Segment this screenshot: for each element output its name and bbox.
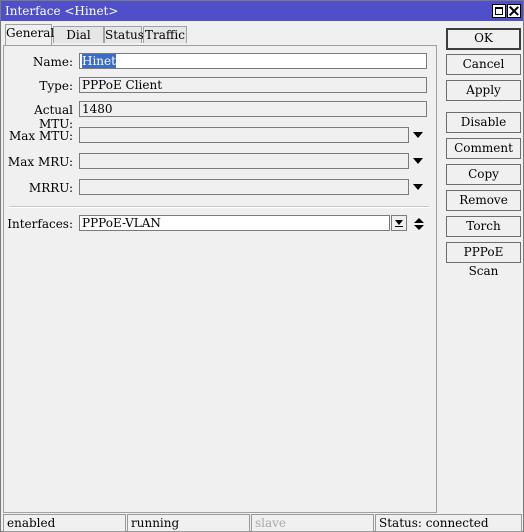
section-divider [9,206,429,208]
mrru-field[interactable] [79,179,409,195]
dropdown-icon [395,220,403,225]
close-icon[interactable] [507,4,521,18]
mrru-dropdown-icon[interactable] [413,184,423,190]
status-connection: Status: connected [375,514,522,532]
name-value: Hinet [82,54,116,68]
max-mru-label: Max MRU: [7,155,73,169]
status-running: running [127,514,250,532]
title-bar[interactable]: Interface <Hinet> [1,1,523,21]
comment-button[interactable]: Comment [446,138,521,159]
tab-general[interactable]: General [5,24,54,45]
window-title: Interface <Hinet> [5,4,119,18]
type-field: PPPoE Client [79,77,427,93]
max-mtu-label: Max MTU: [8,129,73,143]
remove-button[interactable]: Remove [446,190,521,211]
max-mru-dropdown-icon[interactable] [413,158,423,164]
tab-status[interactable]: Status [104,26,144,43]
actual-mtu-label: Actual MTU: [34,103,73,131]
cancel-button[interactable]: Cancel [446,54,521,75]
interfaces-label: Interfaces: [7,217,73,231]
mrru-label: MRRU: [28,181,73,195]
copy-button[interactable]: Copy [446,164,521,185]
actual-mtu-field: 1480 [79,101,427,117]
max-mtu-dropdown-icon[interactable] [413,132,423,138]
down-arrow-icon[interactable] [414,225,424,230]
status-slave: slave [251,514,374,532]
pppoe-scan-button[interactable]: PPPoE Scan [446,242,521,278]
interfaces-field[interactable]: PPPoE-VLAN [79,215,390,231]
disable-button[interactable]: Disable [446,112,521,133]
tab-traffic[interactable]: Traffic [143,26,187,43]
ok-button[interactable]: OK [446,28,521,50]
status-enabled: enabled [3,514,126,532]
apply-button[interactable]: Apply [446,80,521,101]
max-mtu-field[interactable] [79,127,409,143]
up-arrow-icon[interactable] [414,218,424,223]
name-field[interactable]: Hinet [79,53,427,69]
max-mru-field[interactable] [79,153,409,169]
type-label: Type: [39,79,73,93]
tab-dial-out[interactable]: Dial Out [53,26,104,59]
name-label: Name: [32,55,73,69]
torch-button[interactable]: Torch [446,216,521,237]
interfaces-select-button[interactable] [391,215,407,231]
maximize-icon[interactable] [492,4,506,18]
interface-window: Interface <Hinet> General Dial Out Statu… [0,0,524,532]
